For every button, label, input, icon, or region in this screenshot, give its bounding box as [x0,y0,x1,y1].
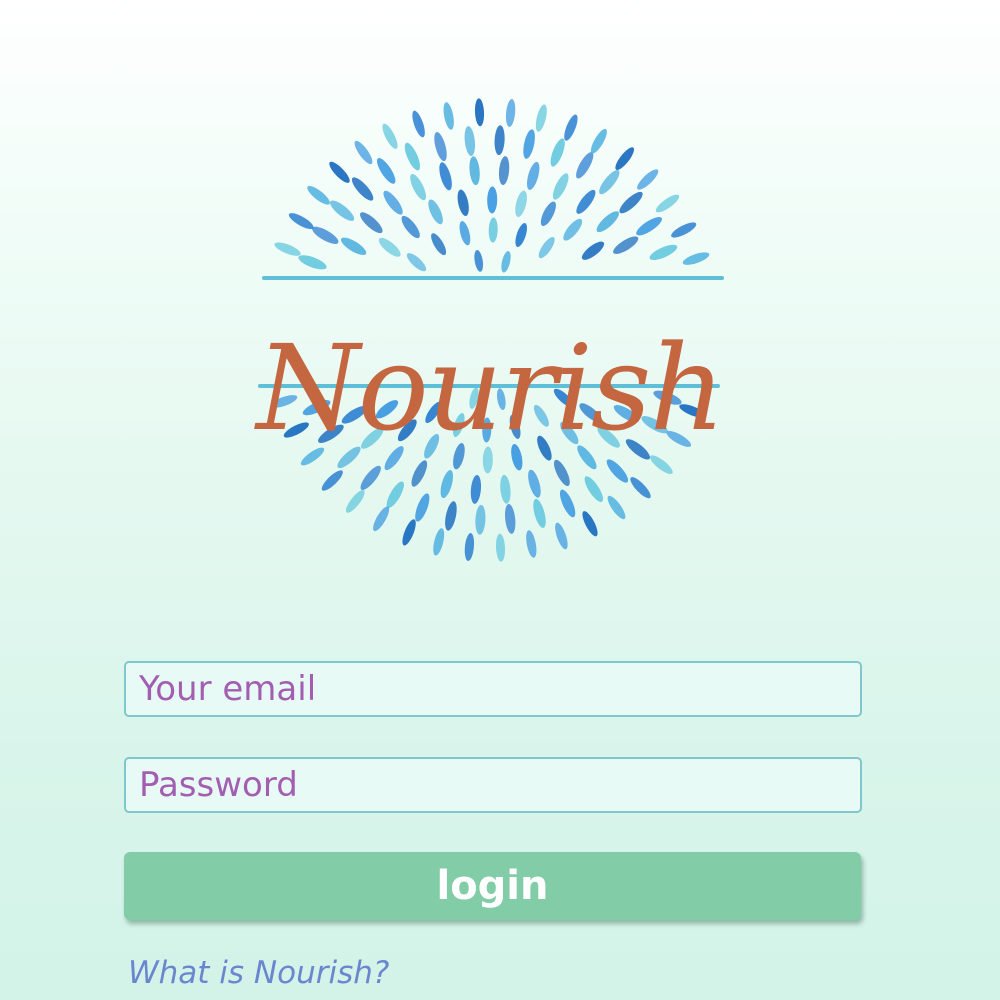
petal [406,253,427,272]
petal [488,217,498,243]
petal [505,99,516,127]
petal [459,221,471,246]
petal [360,212,383,234]
petal [329,161,350,183]
petal [411,460,428,487]
petal [550,138,565,167]
nourish-logo: Nourish [250,85,730,580]
petal [523,129,535,159]
petal [433,528,445,556]
petal [607,495,626,520]
petal [494,125,505,156]
petal [475,504,486,535]
petal [321,470,343,491]
email-input[interactable] [124,661,862,717]
petal [464,533,475,561]
petal [445,501,457,531]
petal [340,237,367,255]
petal [498,156,510,186]
petal [515,190,527,217]
petal [464,126,476,157]
petal [649,244,678,261]
petal [360,465,381,490]
petal [682,252,710,265]
petal [470,474,482,504]
petal [330,200,355,221]
petal [559,489,576,518]
petal [576,189,596,214]
petal [540,201,556,227]
logo-wordmark: Nourish [256,319,726,457]
petal [563,218,583,241]
petal [526,161,540,190]
petal [402,519,416,546]
petal [495,533,506,562]
petal [655,194,680,213]
petal [439,162,452,191]
petal [443,102,454,130]
petal [382,123,398,149]
petal [434,132,447,162]
petal [487,186,498,214]
petal [274,242,301,256]
petal [515,223,527,247]
petal [386,481,404,508]
petal [378,237,401,257]
petal [288,213,314,230]
petal [555,522,568,550]
petal [383,190,403,215]
petal [500,474,511,504]
petal [469,156,480,186]
petal [636,216,662,236]
petal [474,250,484,272]
petal [412,110,425,138]
petal [576,152,594,179]
petal [298,255,327,270]
petal [526,530,537,558]
petal [535,104,547,132]
petal [410,173,426,201]
petal [581,241,605,260]
password-input[interactable] [124,757,862,813]
petal [376,158,396,184]
petal [373,506,390,532]
petal [630,477,651,499]
petal [501,251,511,273]
petal [415,493,430,522]
petal [564,114,578,141]
petal [428,199,443,225]
petal [596,211,619,233]
petal [606,459,629,483]
petal [401,215,420,239]
petal [312,226,339,244]
petal [345,490,365,513]
petal [351,177,374,201]
petal [307,185,330,205]
petal [504,503,516,534]
petal [474,98,485,127]
petal [582,511,598,537]
petal [584,476,604,502]
petal [590,128,607,154]
petal [431,233,447,256]
petal [615,147,635,170]
petal [354,140,373,165]
petal [552,173,569,200]
petal [538,236,555,259]
petal [533,498,546,528]
petal [637,169,659,190]
petal [440,470,454,499]
petal [671,222,697,238]
petal [619,191,643,214]
petal [613,236,639,254]
petal [457,189,469,217]
petal [404,142,421,171]
what-is-nourish-link[interactable]: What is Nourish? [128,955,389,991]
petal [599,170,620,195]
petal [528,469,541,498]
petal [554,459,570,487]
login-button[interactable]: login [124,852,861,920]
